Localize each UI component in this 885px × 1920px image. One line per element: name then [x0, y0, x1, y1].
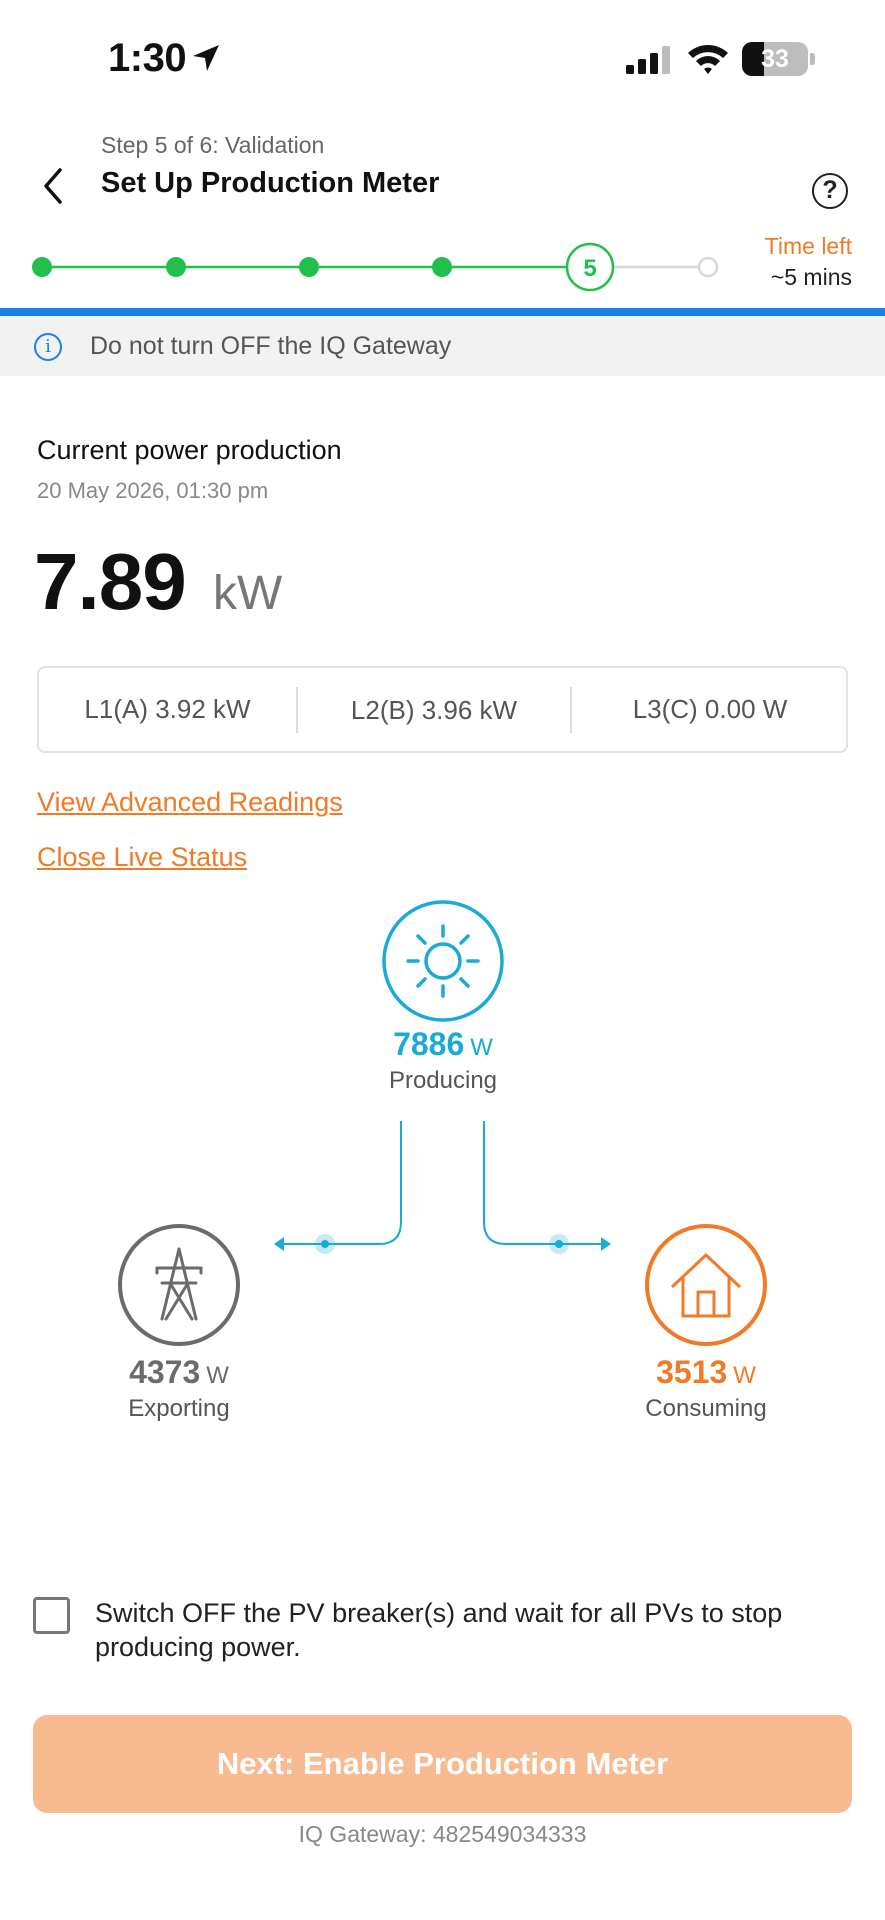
grid-caption: Exporting [128, 1395, 230, 1422]
battery-level: 33 [761, 45, 789, 73]
flow-arrow-right [601, 1237, 611, 1251]
step-label: Step 5 of 6: Validation [101, 132, 325, 158]
solar-value: 7886 [393, 1026, 465, 1062]
home-node-label: 3513 W Consuming [586, 1354, 826, 1423]
location-arrow-icon [193, 45, 219, 71]
solar-unit: W [470, 1034, 493, 1061]
step-dot-3 [299, 257, 319, 277]
energy-flow-graphic [118, 900, 767, 1346]
header-divider [0, 308, 885, 316]
page-title: Set Up Production Meter [101, 167, 440, 199]
phase-l2: L2(B) 3.96 kW [296, 687, 572, 733]
close-live-status-link[interactable]: Close Live Status [37, 842, 247, 873]
time-left-label: Time left [764, 233, 852, 259]
solar-node-label: 7886 W Producing [323, 1026, 563, 1095]
cell-signal-icon [626, 46, 670, 74]
view-advanced-readings-link[interactable]: View Advanced Readings [37, 787, 343, 818]
time-left-value: ~5 mins [770, 264, 852, 290]
step-dot-1 [32, 257, 52, 277]
help-button[interactable]: ? [812, 173, 848, 209]
time-left: Time left ~5 mins [765, 233, 852, 291]
energy-flow: 7886 W Producing 4373 W Exporting 3513 W Co… [0, 890, 885, 1430]
progress-stepper: 5 [0, 240, 885, 300]
status-time: 1:30 [108, 36, 187, 80]
step-dot-4 [432, 257, 452, 277]
house-icon [645, 1224, 767, 1346]
battery-tip [810, 53, 815, 65]
status-bar: 1:30 33 [0, 0, 885, 120]
grid-node-label: 4373 W Exporting [59, 1354, 299, 1423]
flow-dot-right [555, 1240, 563, 1248]
transmission-tower-icon [118, 1224, 240, 1346]
stepper-track: 5 [32, 242, 719, 292]
phase-l3: L3(C) 0.00 W [632, 694, 788, 724]
pv-breaker-checkbox-label[interactable]: Switch OFF the PV breaker(s) and wait fo… [95, 1596, 855, 1664]
flow-dot-left [321, 1240, 329, 1248]
phase-l1: L1(A) 3.92 kW [84, 694, 251, 724]
help-icon: ? [822, 176, 838, 204]
wifi-icon [688, 45, 728, 74]
flow-arrow-left [274, 1237, 284, 1251]
home-caption: Consuming [645, 1395, 767, 1422]
gateway-serial: IQ Gateway: 482549034333 [298, 1821, 587, 1847]
pv-breaker-checkbox[interactable] [33, 1597, 70, 1634]
info-banner-text: Do not turn OFF the IQ Gateway [90, 332, 452, 360]
power-value: 7.89 [34, 537, 187, 626]
production-title: Current power production [37, 435, 342, 465]
phase-readings: L1(A) 3.92 kW L2(B) 3.96 kW L3(C) 0.00 W [37, 666, 848, 753]
back-button[interactable] [34, 166, 74, 206]
step-current-number: 5 [583, 255, 596, 282]
home-value: 3513 [656, 1354, 728, 1390]
step-dot-6 [697, 256, 719, 278]
solar-caption: Producing [388, 1067, 498, 1094]
production-date: 20 May 2026, 01:30 pm [37, 478, 269, 503]
battery-icon: 33 [742, 42, 808, 76]
grid-unit: W [206, 1362, 229, 1389]
next-enable-production-meter-button[interactable]: Next: Enable Production Meter [33, 1715, 852, 1813]
flow-lines [278, 1121, 606, 1245]
info-icon: i [34, 333, 62, 361]
step-dot-2 [166, 257, 186, 277]
power-unit: kW [213, 567, 283, 620]
home-unit: W [733, 1362, 756, 1389]
info-banner: i Do not turn OFF the IQ Gateway [0, 316, 885, 376]
sun-icon [382, 900, 504, 1022]
grid-value: 4373 [129, 1354, 201, 1390]
